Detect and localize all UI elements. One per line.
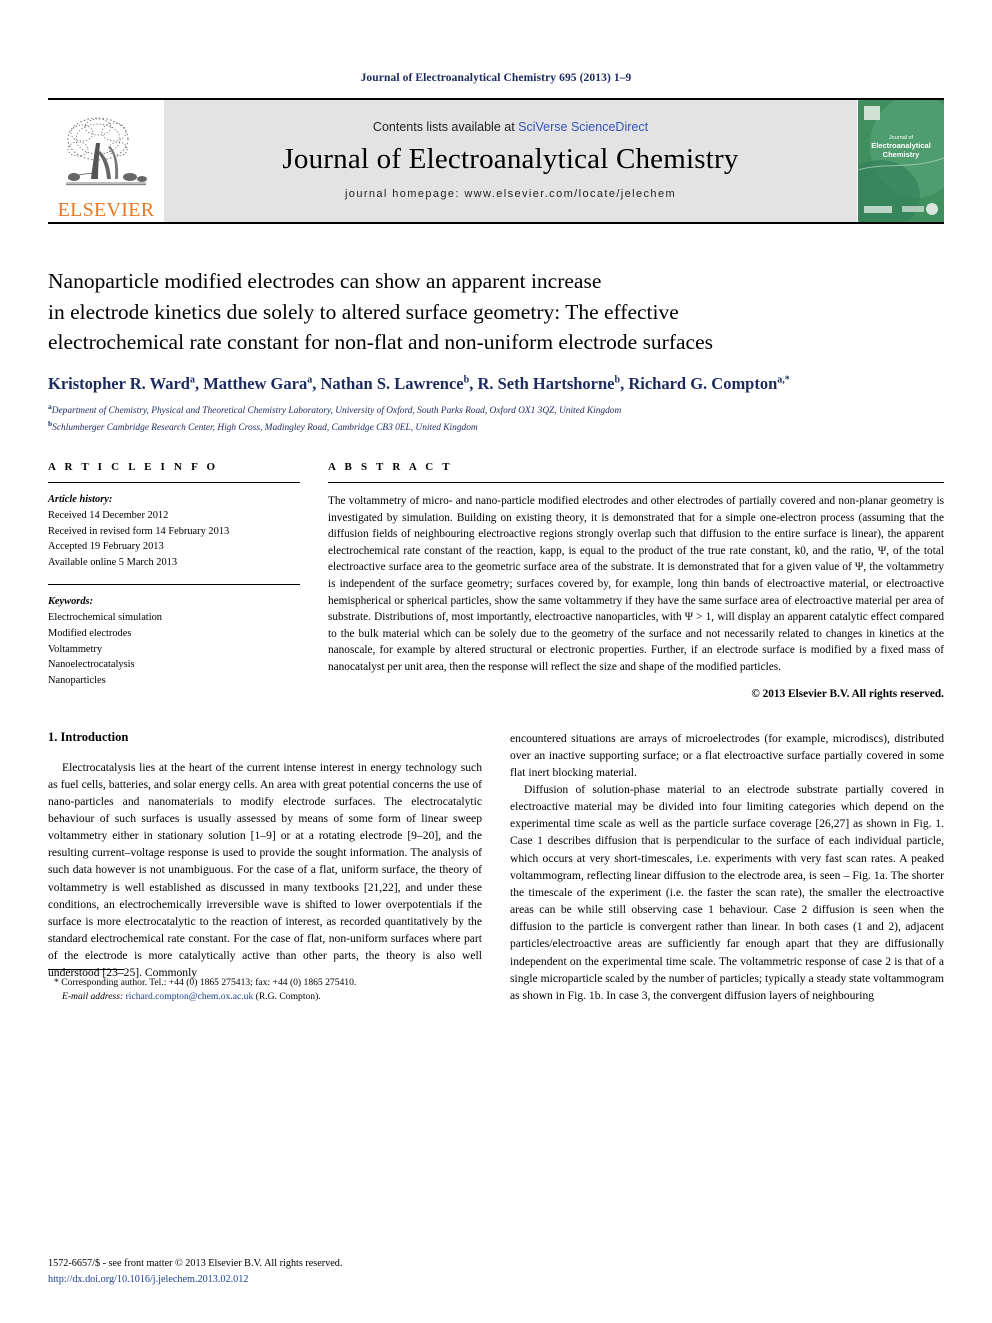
article-info-heading: A R T I C L E I N F O bbox=[48, 461, 219, 474]
keyword-item: Voltammetry bbox=[48, 643, 103, 655]
affiliation-text: Department of Chemistry, Physical and Th… bbox=[51, 405, 622, 416]
article-info-rule bbox=[48, 482, 300, 484]
contents-prefix: Contents lists available at bbox=[372, 120, 519, 135]
footnote-rule bbox=[48, 968, 124, 970]
sciencedirect-link[interactable]: SciVerse ScienceDirect bbox=[518, 120, 648, 134]
abstract-column: A B S T R A C T The voltammetry of micro… bbox=[328, 461, 944, 700]
author-name: R. Seth Hartshorne bbox=[477, 373, 615, 393]
elsevier-tree-icon bbox=[66, 117, 147, 186]
keywords-label: Keywords: bbox=[48, 596, 94, 608]
intro-paragraph-right-1: encountered situations are arrays of mic… bbox=[510, 731, 944, 779]
keyword-item: Nanoelectrocatalysis bbox=[48, 659, 135, 671]
title-block: Nanoparticle modified electrodes can sho… bbox=[48, 266, 944, 435]
author: Matthew Garaa, bbox=[203, 374, 320, 393]
abstract-copyright: © 2013 Elsevier B.V. All rights reserved… bbox=[751, 687, 944, 700]
author: Kristopher R. Warda, bbox=[48, 374, 203, 393]
author: R. Seth Hartshorneb, bbox=[477, 374, 628, 393]
email-link[interactable]: richard.compton@chem.ox.ac.uk bbox=[126, 991, 254, 1002]
article-title: Nanoparticle modified electrodes can sho… bbox=[48, 266, 944, 358]
svg-text:Electroanalytical: Electroanalytical bbox=[871, 141, 931, 150]
history-item: Received in revised form 14 February 201… bbox=[48, 525, 230, 537]
article-title-line-1: Nanoparticle modified electrodes can sho… bbox=[48, 269, 602, 293]
author-name: Kristopher R. Ward bbox=[48, 373, 190, 393]
intro-paragraph-right-2: Diffusion of solution-phase material to … bbox=[510, 783, 944, 1002]
body-column-right: encountered situations are arrays of mic… bbox=[510, 730, 944, 1005]
abstract-text: The voltammetry of micro- and nano-parti… bbox=[328, 495, 944, 673]
elsevier-logo: ELSEVIER bbox=[48, 100, 164, 222]
body-columns: 1. Introduction Electrocatalysis lies at… bbox=[48, 730, 944, 1005]
affiliation: bSchlumberger Cambridge Research Center,… bbox=[48, 418, 944, 435]
issn-line: 1572-6657/$ - see front matter © 2013 El… bbox=[48, 1258, 343, 1270]
contents-available-line: Contents lists available at SciVerse Sci… bbox=[373, 120, 648, 134]
doi-link[interactable]: http://dx.doi.org/10.1016/j.jelechem.201… bbox=[48, 1272, 482, 1287]
history-item: Accepted 19 February 2013 bbox=[48, 541, 164, 553]
journal-cover-thumbnail: Journal of Electroanalytical Chemistry bbox=[857, 100, 944, 222]
info-abstract-section: A R T I C L E I N F O Article history: R… bbox=[48, 461, 944, 700]
article-history-group: Article history: Received 14 December 20… bbox=[48, 492, 300, 571]
article-history-label: Article history: bbox=[48, 494, 113, 506]
email-label: E-mail address: bbox=[62, 990, 124, 1002]
affiliation-text: Schlumberger Cambridge Research Center, … bbox=[52, 422, 478, 433]
masthead-center: Contents lists available at SciVerse Sci… bbox=[164, 100, 857, 222]
section-heading-introduction: 1. Introduction bbox=[48, 729, 129, 744]
abstract-heading: A B S T R A C T bbox=[328, 461, 453, 474]
keywords-group: Keywords: Electrochemical simulation Mod… bbox=[48, 594, 300, 689]
author-name: Matthew Gara bbox=[203, 373, 308, 393]
author-list: Kristopher R. Warda, Matthew Garaa, Nath… bbox=[48, 374, 944, 394]
keyword-item: Nanoparticles bbox=[48, 675, 106, 687]
corresponding-author-footnote: * Corresponding author. Tel.: +44 (0) 18… bbox=[48, 976, 482, 990]
footnote-text: Corresponding author. Tel.: +44 (0) 1865… bbox=[61, 976, 357, 988]
author: Richard G. Comptona,* bbox=[628, 374, 789, 393]
email-footnote: E-mail address: richard.compton@chem.ox.… bbox=[48, 990, 482, 1004]
svg-text:Chemistry: Chemistry bbox=[883, 150, 921, 159]
journal-title: Journal of Electroanalytical Chemistry bbox=[282, 143, 739, 176]
issn-doi-block: 1572-6657/$ - see front matter © 2013 El… bbox=[48, 1256, 482, 1287]
article-info-column: A R T I C L E I N F O Article history: R… bbox=[48, 461, 300, 700]
elsevier-wordmark: ELSEVIER bbox=[57, 199, 155, 221]
history-item: Received 14 December 2012 bbox=[48, 509, 169, 521]
footnote-marker: * bbox=[54, 976, 59, 988]
article-page: Journal of Electroanalytical Chemistry 6… bbox=[0, 0, 992, 1323]
affiliation-list: aDepartment of Chemistry, Physical and T… bbox=[48, 401, 944, 435]
article-info-separator bbox=[48, 584, 300, 586]
body-column-left: 1. Introduction Electrocatalysis lies at… bbox=[48, 730, 482, 1005]
affiliation: aDepartment of Chemistry, Physical and T… bbox=[48, 401, 944, 418]
cover-artwork: Journal of Electroanalytical Chemistry bbox=[858, 100, 944, 222]
author: Nathan S. Lawrenceb, bbox=[320, 374, 477, 393]
article-title-line-2: in electrode kinetics due solely to alte… bbox=[48, 299, 679, 324]
keyword-item: Electrochemical simulation bbox=[48, 611, 162, 623]
running-head: Journal of Electroanalytical Chemistry 6… bbox=[360, 72, 632, 84]
email-suffix: (R.G. Compton). bbox=[255, 990, 321, 1002]
author-name: Nathan S. Lawrence bbox=[320, 373, 464, 393]
abstract-rule bbox=[328, 482, 944, 484]
author-name: Richard G. Compton bbox=[628, 373, 778, 393]
article-title-line-3: electrochemical rate constant for non-fl… bbox=[48, 330, 713, 355]
history-item: Available online 5 March 2013 bbox=[48, 557, 178, 569]
intro-paragraph-left: Electrocatalysis lies at the heart of th… bbox=[48, 760, 482, 980]
journal-masthead: ELSEVIER Contents lists available at Sci… bbox=[48, 98, 944, 224]
journal-homepage-link[interactable]: journal homepage: www.elsevier.com/locat… bbox=[345, 188, 676, 200]
footnote-block: * Corresponding author. Tel.: +44 (0) 18… bbox=[48, 968, 482, 1004]
keyword-item: Modified electrodes bbox=[48, 627, 132, 639]
author-affil-marker: a,* bbox=[777, 374, 790, 386]
author-sep: , bbox=[194, 373, 204, 393]
